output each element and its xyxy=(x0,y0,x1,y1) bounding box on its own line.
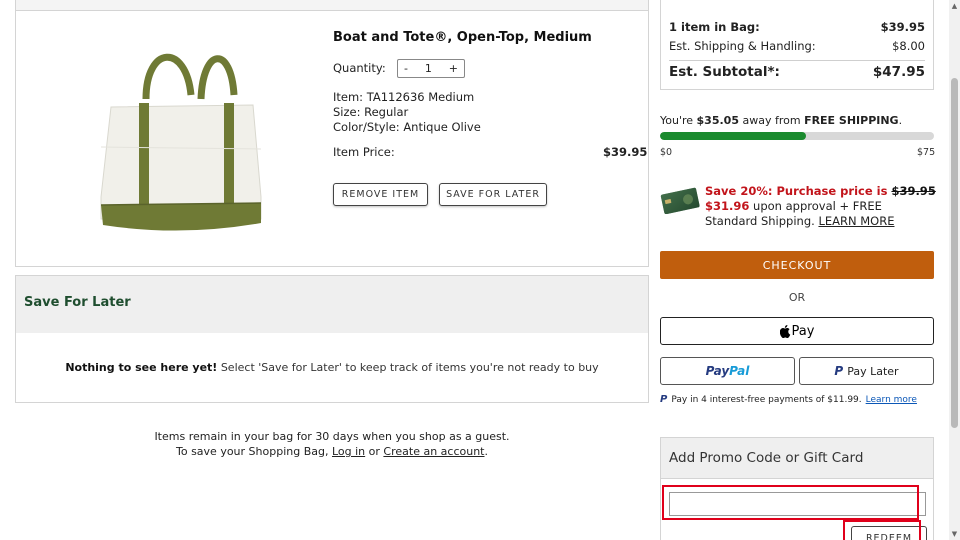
card-top-strip xyxy=(16,0,648,11)
save-for-later-button[interactable]: SAVE FOR LATER xyxy=(439,183,547,206)
guest-note-prefix: To save your Shopping Bag, xyxy=(176,445,332,458)
promo-code-input[interactable] xyxy=(669,492,926,516)
shipping-label: Est. Shipping & Handling: xyxy=(669,39,816,53)
scroll-up-arrow-icon[interactable]: ▲ xyxy=(950,2,959,10)
create-account-link[interactable]: Create an account xyxy=(383,445,484,458)
card-offer: Save 20%: Purchase price is $39.95 $31.96… xyxy=(705,184,937,229)
or-separator: OR xyxy=(788,291,806,304)
login-link[interactable]: Log in xyxy=(332,445,365,458)
paypal-logo: PayPal xyxy=(706,364,750,378)
empty-message-text: Select 'Save for Later' to keep track of… xyxy=(217,361,599,374)
subtotal-label: Est. Subtotal*: xyxy=(669,64,780,80)
guest-note-line1: Items remain in your bag for 30 days whe… xyxy=(154,430,510,443)
card-offer-original-price: $39.95 xyxy=(891,184,936,198)
apple-pay-button[interactable]: Pay xyxy=(660,317,934,345)
save-for-later-title: Save For Later xyxy=(24,295,131,310)
product-title[interactable]: Boat and Tote®, Open-Top, Medium xyxy=(333,30,592,45)
tote-bag-image[interactable] xyxy=(91,37,266,237)
items-in-bag-row: 1 item in Bag: $39.95 xyxy=(669,20,925,34)
free-shipping-progress-fill xyxy=(660,132,807,140)
promo-gift-card-title: Add Promo Code or Gift Card xyxy=(669,450,864,466)
progress-max-label: $75 xyxy=(917,147,936,158)
items-in-bag-label: 1 item in Bag: xyxy=(669,20,760,34)
paypal-button[interactable]: PayPal xyxy=(660,357,795,385)
promo-gift-card-header: Add Promo Code or Gift Card xyxy=(661,438,933,479)
paypal-pay-later-button[interactable]: P Pay Later xyxy=(799,357,934,385)
save-for-later-panel: Nothing to see here yet! Select 'Save fo… xyxy=(15,333,649,403)
checkout-button[interactable]: CHECKOUT xyxy=(660,251,934,279)
empty-message-bold: Nothing to see here yet! xyxy=(65,361,218,374)
item-price-value: $39.95 xyxy=(603,145,648,159)
items-in-bag-value: $39.95 xyxy=(880,20,925,34)
item-color-style: Color/Style: Antique Olive xyxy=(333,120,481,134)
free-shipping-middle: away from xyxy=(738,114,805,127)
free-shipping-suffix: . xyxy=(898,114,903,127)
save-for-later-header: Save For Later xyxy=(15,275,649,334)
guest-note-suffix: . xyxy=(484,445,489,458)
quantity-label: Quantity: xyxy=(333,61,386,75)
subtotal-value: $47.95 xyxy=(872,64,925,80)
item-price-label: Item Price: xyxy=(333,145,395,159)
item-number: Item: TA112636 Medium xyxy=(333,90,475,104)
free-shipping-amount: $35.05 xyxy=(696,114,739,127)
free-shipping-emphasis: FREE SHIPPING xyxy=(804,114,899,127)
order-summary: 1 item in Bag: $39.95 Est. Shipping & Ha… xyxy=(660,0,934,90)
item-size: Size: Regular xyxy=(333,105,409,119)
guest-note-line2: To save your Shopping Bag, Log in or Cre… xyxy=(15,445,649,458)
pay-in-4-learn-more-link[interactable]: Learn more xyxy=(866,395,917,405)
scroll-down-arrow-icon[interactable]: ▼ xyxy=(950,530,959,538)
shipping-row: Est. Shipping & Handling: $8.00 xyxy=(669,39,925,53)
pay-in-4-message: P Pay in 4 interest-free payments of $11… xyxy=(660,394,917,405)
scrollbar-thumb[interactable] xyxy=(951,78,958,428)
free-shipping-progress-bar xyxy=(660,132,934,140)
learn-more-link[interactable]: LEARN MORE xyxy=(818,214,894,228)
apple-logo-icon xyxy=(779,324,790,338)
free-shipping-prefix: You're xyxy=(660,114,697,127)
paypal-logo-pal: Pal xyxy=(729,364,750,378)
paypal-p-glyph: P xyxy=(834,364,844,378)
paypal-p-icon: P xyxy=(834,364,843,378)
guest-note-mid: or xyxy=(365,445,384,458)
credit-card-icon xyxy=(660,187,700,214)
card-offer-discount-price: $31.96 xyxy=(705,199,750,213)
shipping-value: $8.00 xyxy=(892,39,925,53)
summary-divider xyxy=(669,60,925,61)
bag-item-card: Boat and Tote®, Open-Top, Medium Quantit… xyxy=(15,0,649,267)
paypal-logo-pay: Pay xyxy=(705,364,730,378)
redeem-button[interactable]: REDEEM xyxy=(851,526,927,540)
free-shipping-message: You're $35.05 away from FREE SHIPPING. xyxy=(660,114,902,127)
paypal-small-icon: P xyxy=(660,394,667,405)
remove-item-button[interactable]: REMOVE ITEM xyxy=(333,183,428,206)
quantity-value[interactable]: 1 xyxy=(425,62,432,75)
quantity-increase-button[interactable]: + xyxy=(449,62,458,75)
save-for-later-empty-message: Nothing to see here yet! Select 'Save fo… xyxy=(16,361,648,374)
subtotal-row: Est. Subtotal*: $47.95 xyxy=(669,64,925,80)
quantity-decrease-button[interactable]: - xyxy=(404,62,408,75)
paypal-small-glyph: P xyxy=(660,394,668,405)
card-offer-headline: Save 20%: Purchase price is xyxy=(705,184,892,198)
promo-gift-card-panel: Add Promo Code or Gift Card REDEEM xyxy=(660,437,934,540)
apple-pay-label: Pay xyxy=(791,323,815,339)
pay-later-label: Pay Later xyxy=(847,364,899,378)
pay-in-4-text: Pay in 4 interest-free payments of $11.9… xyxy=(671,394,862,405)
quantity-stepper[interactable]: - 1 + xyxy=(397,59,465,78)
progress-min-label: $0 xyxy=(660,147,673,158)
